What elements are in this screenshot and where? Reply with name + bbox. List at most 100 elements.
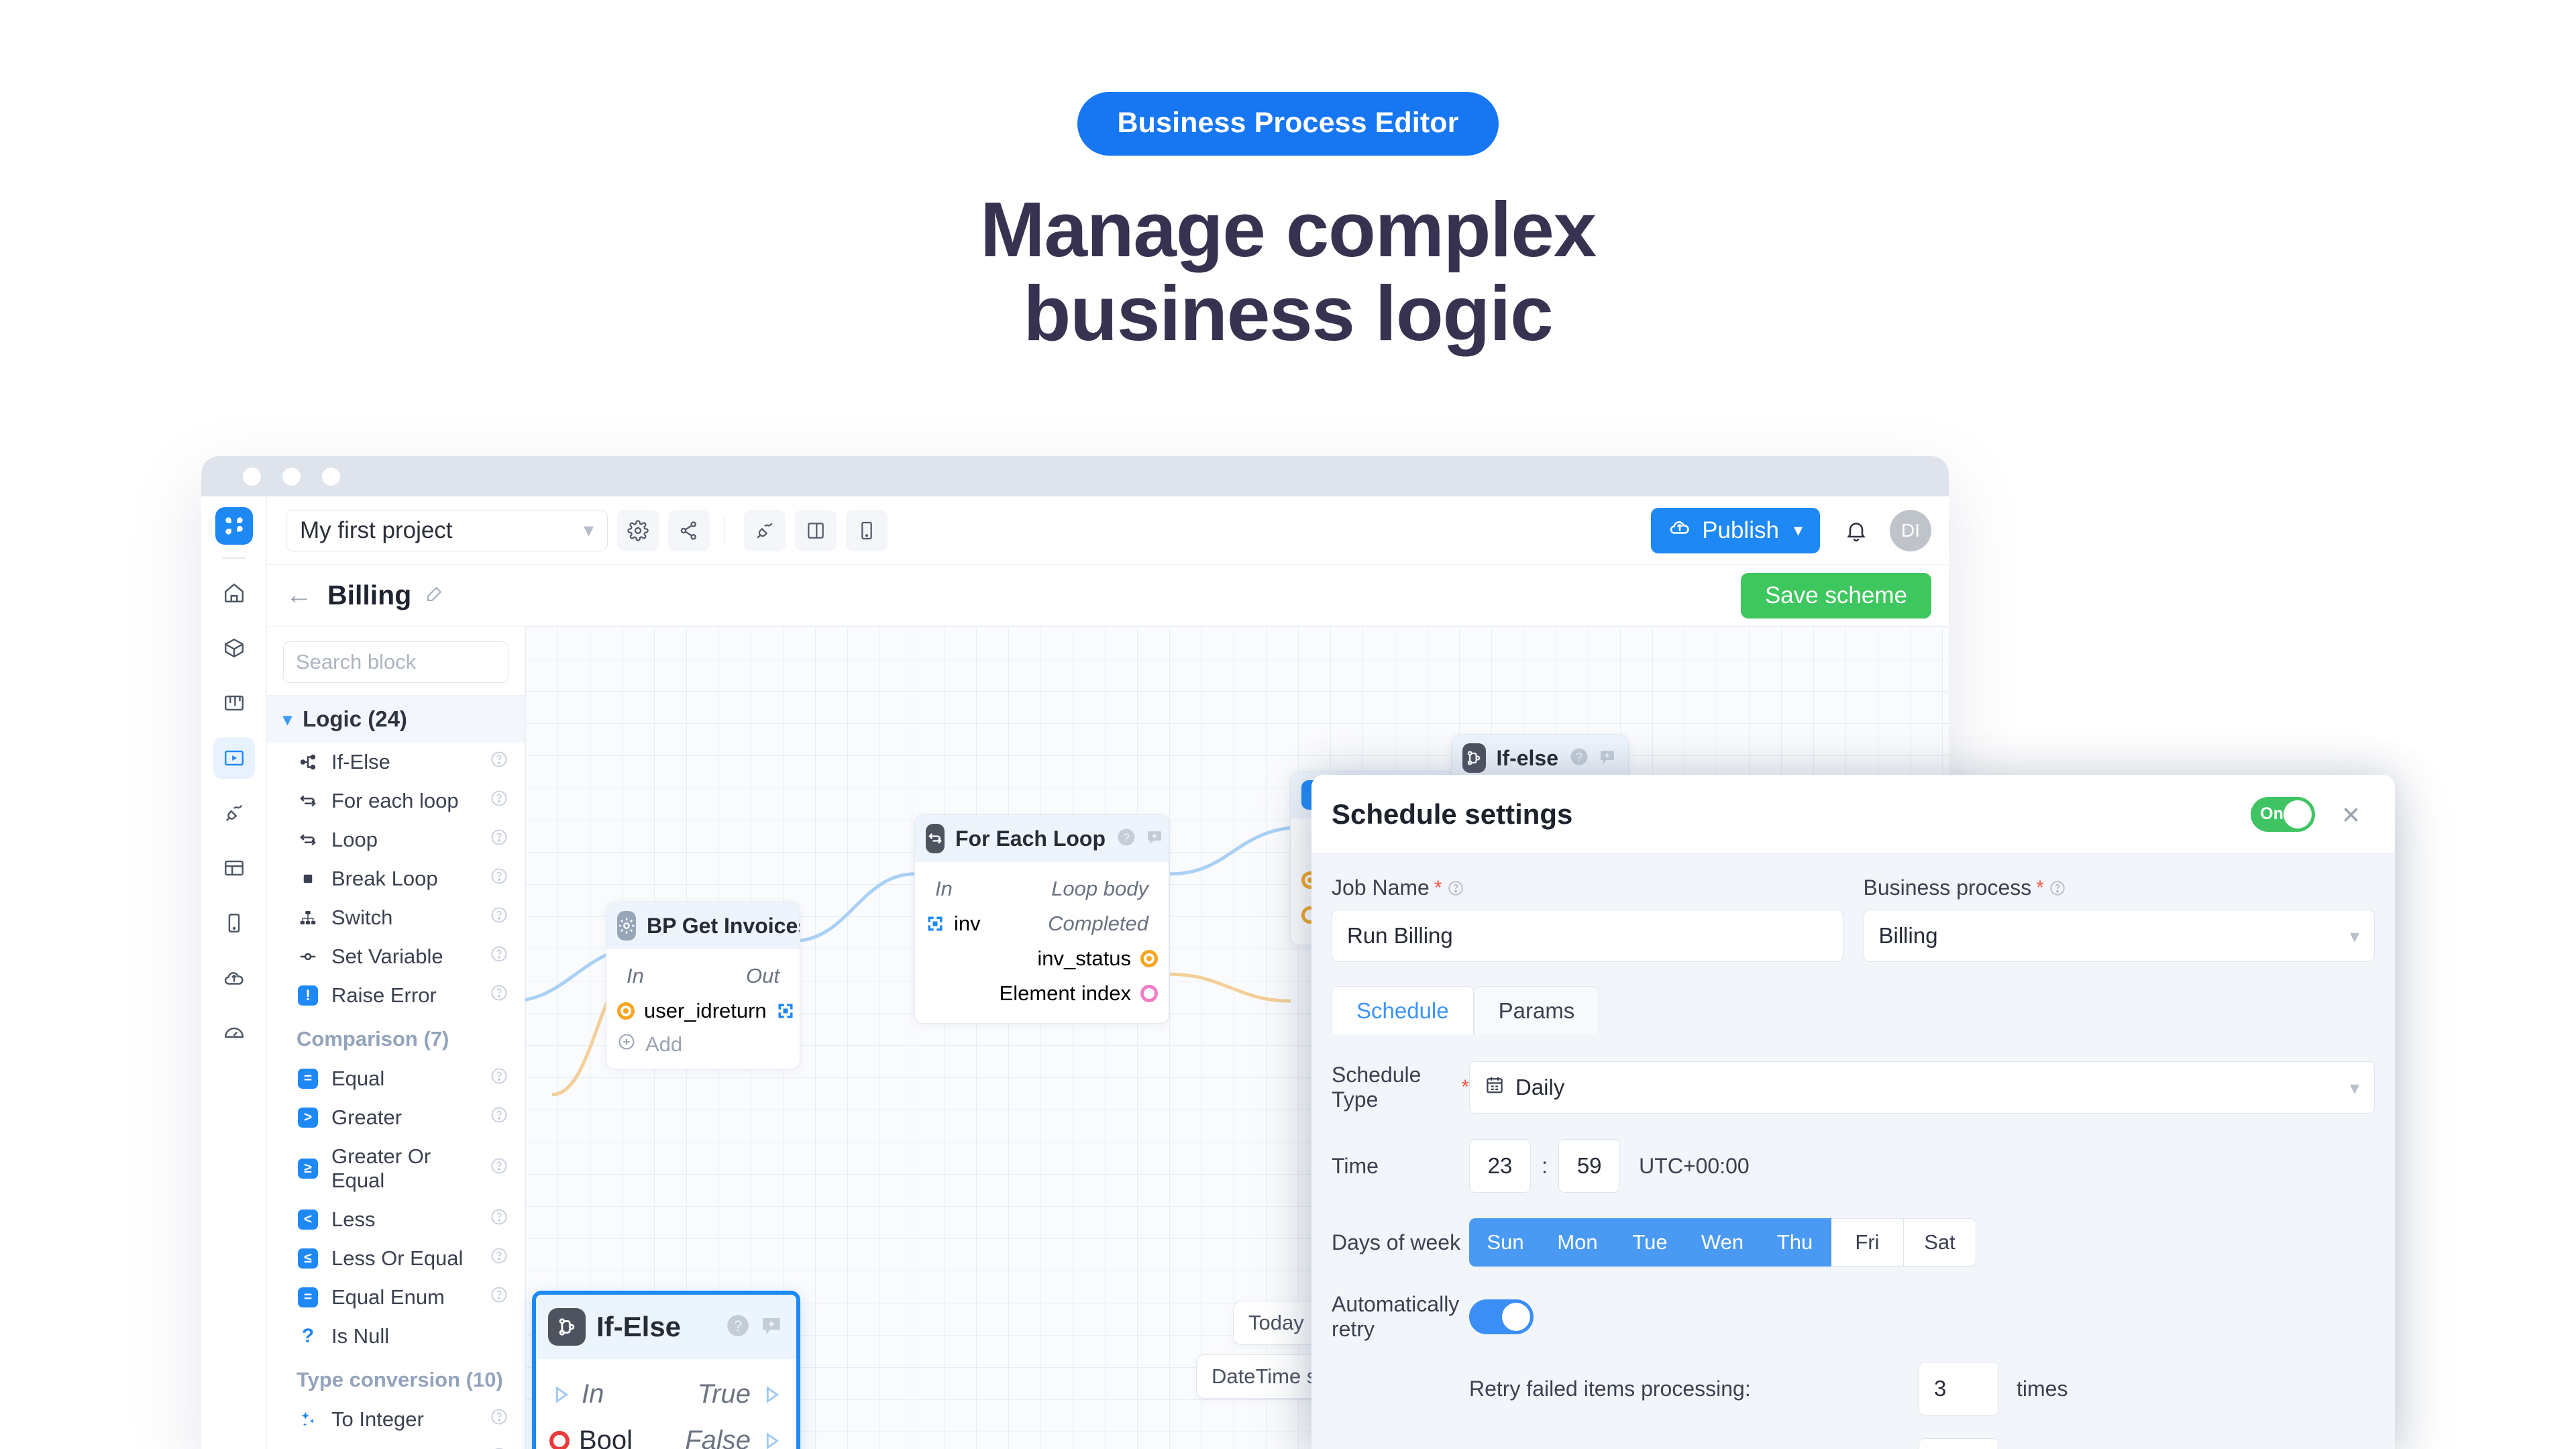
auto-retry-toggle[interactable] [1469, 1299, 1534, 1334]
comment-add-icon[interactable] [1597, 747, 1617, 770]
publish-button[interactable]: Publish ▾ [1651, 507, 1820, 553]
blocks-group-logic[interactable]: ▾ Logic (24) [267, 695, 525, 743]
help-icon[interactable] [490, 906, 508, 930]
save-scheme-button[interactable]: Save scheme [1740, 572, 1931, 619]
help-icon[interactable] [490, 867, 508, 891]
day-sat[interactable]: Sat [1904, 1218, 1976, 1267]
help-icon[interactable]: ? [1569, 747, 1589, 770]
help-icon[interactable] [490, 828, 508, 852]
rail-item-home[interactable] [213, 572, 255, 614]
block-item-greater[interactable]: > Greater [267, 1098, 525, 1137]
block-item-break-loop[interactable]: Break Loop [267, 859, 525, 898]
help-icon[interactable] [490, 945, 508, 969]
rail-item-package[interactable] [213, 627, 255, 669]
help-icon[interactable] [490, 1157, 508, 1181]
block-item-loop[interactable]: Loop [267, 820, 525, 859]
retry-count-input[interactable]: 3 [1919, 1362, 1999, 1415]
bool-in-pin[interactable] [549, 1430, 570, 1449]
exec-out-pin[interactable] [760, 1430, 783, 1449]
block-item-set-variable[interactable]: Set Variable [267, 937, 525, 976]
project-select[interactable]: My first project ▾ [286, 509, 608, 551]
rail-item-plug[interactable] [213, 792, 255, 834]
plug-icon[interactable] [744, 509, 786, 551]
job-name-input[interactable]: Run Billing [1332, 910, 1843, 962]
help-icon[interactable] [490, 1106, 508, 1130]
search-input[interactable]: Search block [283, 641, 508, 683]
rail-item-layout[interactable] [213, 847, 255, 889]
block-item-is-null[interactable]: ? Is Null [267, 1317, 525, 1356]
array-out-pin[interactable] [776, 1002, 795, 1020]
data-out-pin[interactable] [1140, 950, 1158, 967]
day-sun[interactable]: Sun [1469, 1218, 1542, 1267]
tab-params[interactable]: Params [1473, 986, 1600, 1034]
node-add-param[interactable]: Add [617, 1028, 789, 1057]
data-in-pin[interactable] [617, 1002, 635, 1020]
rail-item-gauge[interactable] [213, 1012, 255, 1054]
node-for-each-loop[interactable]: For Each Loop ? In Loop body inv Complet… [914, 814, 1169, 1024]
help-icon[interactable] [2049, 879, 2066, 897]
blocks-group-type-conversion: Type conversion (10) [297, 1368, 503, 1391]
close-icon[interactable]: × [2342, 799, 2360, 830]
help-icon[interactable] [490, 1246, 508, 1271]
rail-item-process[interactable] [213, 737, 255, 779]
mobile-icon[interactable] [846, 509, 888, 551]
index-out-pin[interactable] [1140, 985, 1158, 1002]
window-minimize-dot[interactable] [282, 467, 301, 486]
node-bp-get-invoices[interactable]: BP Get Invoices ? In Out [606, 902, 800, 1069]
block-item-raise-error[interactable]: ! Raise Error [267, 976, 525, 1015]
help-icon[interactable]: ? [725, 1313, 751, 1342]
exec-in-pin[interactable] [549, 1383, 572, 1406]
business-process-select[interactable]: Billing ▾ [1863, 910, 2375, 962]
schedule-type-select[interactable]: Daily ▾ [1469, 1061, 2375, 1114]
edit-icon[interactable] [425, 584, 445, 607]
block-item-less[interactable]: < Less [267, 1200, 525, 1239]
block-item-if-else[interactable]: If-Else [267, 743, 525, 782]
help-icon[interactable] [490, 1446, 508, 1449]
help-icon[interactable] [490, 789, 508, 813]
window-close-dot[interactable] [243, 467, 261, 486]
block-item-greater-or-equal[interactable]: ≥ Greater Or Equal [267, 1137, 525, 1200]
time-hours-input[interactable]: 23 [1469, 1139, 1531, 1193]
help-icon[interactable] [1447, 879, 1464, 897]
notifications-icon[interactable] [1836, 519, 1876, 543]
time-minutes-input[interactable]: 59 [1558, 1139, 1621, 1193]
block-item-to-float[interactable]: To Float [267, 1439, 525, 1449]
back-arrow-icon[interactable]: ← [286, 580, 313, 610]
tab-schedule[interactable]: Schedule [1332, 986, 1474, 1034]
block-item-equal[interactable]: = Equal [267, 1059, 525, 1098]
node-if-else-selected[interactable]: If-Else ? In True Bool False [532, 1291, 800, 1449]
block-item-to-integer[interactable]: To Integer [267, 1400, 525, 1439]
business-process-label: Business process [1863, 875, 2032, 900]
help-icon[interactable] [490, 1407, 508, 1432]
help-icon[interactable] [490, 1208, 508, 1232]
block-item-less-or-equal[interactable]: ≤ Less Or Equal [267, 1239, 525, 1278]
help-icon[interactable] [490, 1285, 508, 1309]
comment-add-icon[interactable] [759, 1313, 784, 1342]
app-logo[interactable] [215, 507, 253, 545]
day-mon[interactable]: Mon [1542, 1218, 1614, 1267]
share-icon[interactable] [668, 509, 710, 551]
block-item-switch[interactable]: Switch [267, 898, 525, 937]
gear-icon[interactable] [617, 509, 659, 551]
rail-item-cloud-upload[interactable] [213, 957, 255, 999]
day-tue[interactable]: Tue [1614, 1218, 1686, 1267]
help-icon[interactable] [490, 983, 508, 1008]
avatar[interactable]: DI [1890, 509, 1931, 551]
retry-wait-input[interactable]: 1 [1919, 1438, 1999, 1449]
day-thu[interactable]: Thu [1759, 1218, 1831, 1267]
rail-item-board[interactable] [213, 682, 255, 724]
schedule-enabled-toggle[interactable]: On [2251, 796, 2316, 832]
window-maximize-dot[interactable] [322, 467, 340, 486]
layout-icon[interactable] [795, 509, 837, 551]
array-in-pin[interactable] [926, 914, 945, 933]
rail-item-mobile[interactable] [213, 902, 255, 944]
block-item-for-each-loop[interactable]: For each loop [267, 782, 525, 820]
comment-add-icon[interactable] [1144, 827, 1165, 851]
block-item-equal-enum[interactable]: = Equal Enum [267, 1278, 525, 1317]
help-icon[interactable] [490, 1067, 508, 1091]
day-fri[interactable]: Fri [1831, 1218, 1904, 1267]
day-wen[interactable]: Wen [1686, 1218, 1759, 1267]
help-icon[interactable]: ? [1116, 827, 1136, 851]
exec-out-pin[interactable] [760, 1383, 783, 1406]
help-icon[interactable] [490, 750, 508, 774]
